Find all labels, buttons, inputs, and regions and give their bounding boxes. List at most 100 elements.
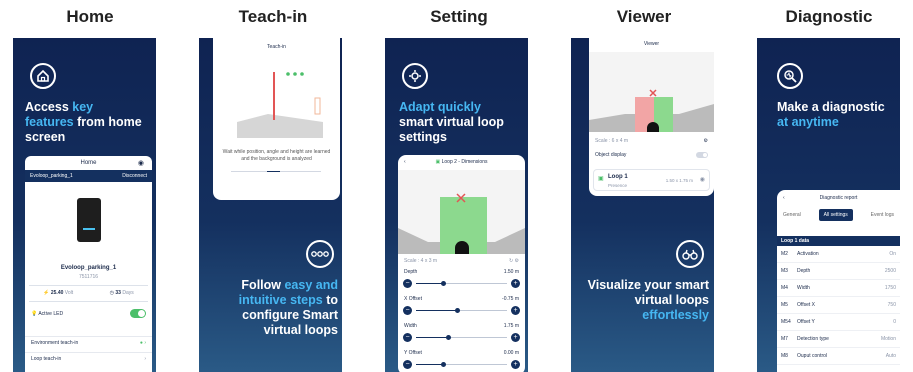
teach-card-title: Teach-in xyxy=(267,44,286,50)
teach-phone: Teach-in Wait while position, angle and … xyxy=(213,38,340,200)
device-bar-name: Evoloop_parking_1 xyxy=(30,173,73,179)
teach-headline: Follow easy and intuitive steps to confi… xyxy=(238,278,338,337)
parameter-value: -0.75 m xyxy=(502,296,519,302)
viewer-scene xyxy=(589,52,714,132)
active-led-label: 💡 Active LED xyxy=(31,310,64,317)
reset-icon[interactable]: ↻ ⚙ xyxy=(509,258,519,264)
header-teach-in: Teach-in xyxy=(238,7,308,26)
slider-handle[interactable] xyxy=(445,335,451,340)
report-tab[interactable]: Event logs xyxy=(869,209,896,221)
home-title-bar: Home xyxy=(80,160,97,166)
panel-teach-in: Teach-in Wait while position, angle and … xyxy=(199,38,342,372)
parameter-row: Y Offset 0.00 m − + xyxy=(398,350,525,372)
steps-icon xyxy=(306,240,334,268)
header-setting: Setting xyxy=(430,7,488,26)
diag-headline: Make a diagnostic at anytime xyxy=(777,100,885,129)
bell-icon[interactable]: ◉ xyxy=(138,159,144,167)
viewer-card-title: Viewer xyxy=(643,41,660,47)
panel-home: Access key features from home screen Hom… xyxy=(13,38,156,372)
home-phone: Home ◉ Evoloop_parking_1 Disconnect Evol… xyxy=(25,156,152,372)
back-icon[interactable]: ‹ xyxy=(404,159,406,165)
check-icon: ● › xyxy=(139,339,146,346)
parameter-label: X Offset xyxy=(404,296,422,302)
diagnostic-icon xyxy=(777,63,803,89)
slider-handle[interactable] xyxy=(441,362,447,367)
setting-headline: Adapt quickly smart virtual loop settings xyxy=(399,100,504,144)
eye-icon[interactable]: ◉ xyxy=(700,176,705,183)
slider-handle[interactable] xyxy=(441,281,447,286)
parameter-value: 0.00 m xyxy=(503,350,519,356)
loop-view xyxy=(398,170,525,254)
parameter-label: Y Offset xyxy=(404,350,422,356)
parameter-value: 1.75 m xyxy=(503,323,519,329)
viewer-scale-label: Scale : 6 x 4 m xyxy=(595,138,629,144)
teach-scene xyxy=(237,72,323,138)
parameter-label: Width xyxy=(404,323,417,329)
panel-setting: Adapt quickly smart virtual loop settings… xyxy=(385,38,528,372)
section-header: Loop 1 data xyxy=(777,236,900,246)
report-title: ‹ Diagnostic report xyxy=(783,195,858,201)
loop-title-bar: ‹ ▣ Loop 2 - Dimensions xyxy=(404,159,488,165)
minus-button[interactable]: − xyxy=(403,279,412,288)
viewer-phone: Viewer Scale : 6 x 4 m ⚙ Object display … xyxy=(589,38,714,196)
back-icon[interactable]: ‹ xyxy=(783,195,785,201)
loop-name: Loop 1 xyxy=(608,174,628,180)
report-tab[interactable]: General xyxy=(781,209,803,221)
setting-phone: ‹ ▣ Loop 2 - Dimensions Scale : 4 x 3 m … xyxy=(398,155,525,372)
table-row: M8 Ouput control Auto xyxy=(777,348,900,365)
panel-diagnostic: Make a diagnostic at anytime ‹ Diagnosti… xyxy=(757,38,900,372)
disconnect-button[interactable]: Disconnect xyxy=(122,173,147,179)
serial-number: 7511716 xyxy=(78,274,99,280)
table-row: M2 Activation On xyxy=(777,246,900,263)
parameter-value: 1.50 m xyxy=(503,269,519,275)
home-headline: Access key features from home screen xyxy=(25,100,142,144)
object-display-label: Object display xyxy=(595,152,627,158)
table-row: M5 Offset X 750 xyxy=(777,297,900,314)
teach-progress xyxy=(231,171,321,172)
scale-label: Scale : 4 x 3 m xyxy=(404,258,438,264)
loop-dims: 1.50 x 1.75 m xyxy=(665,178,693,183)
volt-readout: ⚡ 25.40 Volt xyxy=(43,290,74,296)
loop-card[interactable]: ▣ Loop 1 Presence 1.50 x 1.75 m ◉ xyxy=(593,169,710,191)
header-diagnostic: Diagnostic xyxy=(785,7,873,26)
parameter-row: Depth 1.50 m − + xyxy=(398,269,525,294)
days-readout: ◷ 33 Days xyxy=(109,290,134,296)
table-row: M3 Depth 2500 xyxy=(777,263,900,280)
teach-description: Wait while position, angle and height ar… xyxy=(222,149,331,162)
table-row: M4 Width 1750 xyxy=(777,280,900,297)
diag-phone: ‹ Diagnostic report General All settings E… xyxy=(777,190,900,372)
home-icon xyxy=(30,63,56,89)
table-row: M7 Detection type Motion xyxy=(777,331,900,348)
loop-teach-in-item[interactable]: Loop teach-in › xyxy=(25,352,152,364)
report-tabs: General All settings Event logs xyxy=(781,208,896,222)
parameter-row: Width 1.75 m − + xyxy=(398,323,525,348)
table-row: M54 Offset Y0 xyxy=(777,314,900,331)
minus-button[interactable]: − xyxy=(403,360,412,369)
plus-button[interactable]: + xyxy=(511,360,520,369)
header-home: Home xyxy=(66,7,114,26)
minus-button[interactable]: − xyxy=(403,306,412,315)
chevron-right-icon: › xyxy=(144,355,146,362)
viewer-settings-icon[interactable]: ⚙ xyxy=(704,138,708,144)
viewer-headline: Visualize your smart virtual loops effor… xyxy=(587,278,709,322)
parameter-label: Depth xyxy=(404,269,418,275)
slider-handle[interactable] xyxy=(454,308,460,313)
binoculars-icon xyxy=(676,240,704,268)
report-tab[interactable]: All settings xyxy=(818,209,853,221)
env-teach-in-item[interactable]: Environment teach-in ● › xyxy=(25,336,152,348)
settings-icon xyxy=(402,63,428,89)
device-image xyxy=(77,198,101,242)
plus-button[interactable]: + xyxy=(511,306,520,315)
active-led-toggle[interactable] xyxy=(130,309,146,318)
plus-button[interactable]: + xyxy=(511,279,520,288)
object-display-toggle[interactable] xyxy=(696,152,708,158)
parameter-row: X Offset -0.75 m − + xyxy=(398,296,525,321)
plus-button[interactable]: + xyxy=(511,333,520,342)
panel-viewer: Viewer Scale : 6 x 4 m ⚙ Object display … xyxy=(571,38,714,372)
header-viewer: Viewer xyxy=(616,7,672,26)
device-bar: Evoloop_parking_1 Disconnect xyxy=(25,170,152,182)
loop-status: Presence xyxy=(608,183,628,188)
minus-button[interactable]: − xyxy=(403,333,412,342)
device-name: Evoloop_parking_1 xyxy=(60,265,117,271)
loop-status-icon: ▣ xyxy=(598,176,604,182)
